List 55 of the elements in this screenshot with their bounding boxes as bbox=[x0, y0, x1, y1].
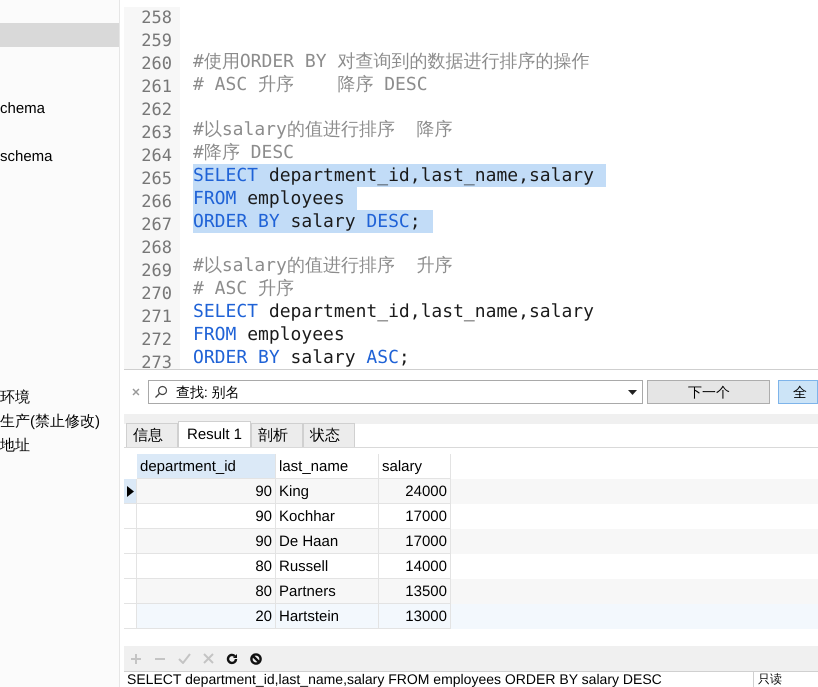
code-line: ORDER BY salary ASC; bbox=[193, 346, 410, 369]
code-line: # ASC 升序 bbox=[193, 277, 294, 300]
result-tab[interactable]: 信息 bbox=[126, 423, 178, 447]
close-icon[interactable] bbox=[132, 388, 140, 396]
code-line: SELECT department_id,last_name,salary bbox=[193, 300, 594, 323]
find-next-button[interactable]: 下一个 bbox=[647, 380, 770, 404]
line-number: 261 bbox=[141, 76, 172, 99]
code-line: #以salary的值进行排序 升序 bbox=[193, 254, 453, 277]
line-number: 264 bbox=[141, 145, 172, 168]
line-number: 259 bbox=[141, 30, 172, 53]
table-cell: 13000 bbox=[379, 604, 451, 629]
status-query: SELECT department_id,last_name,salary FROM employees ORDER BY salary DESC bbox=[124, 672, 754, 687]
tree-item[interactable]: 生产(禁止修改) bbox=[0, 410, 119, 434]
dropdown-caret-icon[interactable] bbox=[628, 390, 638, 394]
line-number: 268 bbox=[141, 237, 172, 260]
tree-item[interactable]: 环境 bbox=[0, 386, 119, 410]
tree-item[interactable] bbox=[0, 23, 119, 47]
line-number: 265 bbox=[141, 168, 172, 191]
status-mode: 只读 bbox=[757, 672, 783, 687]
line-number: 258 bbox=[141, 7, 172, 30]
tree-item[interactable]: 地址 bbox=[0, 434, 119, 458]
search-field[interactable]: 查找: 别名 bbox=[148, 380, 644, 404]
find-all-button[interactable]: 全 bbox=[778, 380, 818, 404]
line-number: 273 bbox=[141, 352, 172, 369]
code-line: #降序 DESC bbox=[193, 140, 294, 164]
column-header[interactable]: department_id bbox=[137, 454, 276, 479]
search-input[interactable]: 查找: 别名 bbox=[176, 382, 620, 402]
result-tab[interactable]: 剖析 bbox=[251, 423, 304, 447]
row-indicator[interactable] bbox=[124, 479, 137, 504]
splitter-bar[interactable] bbox=[124, 414, 818, 424]
table-cell: Hartstein bbox=[276, 604, 379, 629]
code-line: #以salary的值进行排序 降序 bbox=[193, 118, 453, 140]
column-header[interactable]: last_name bbox=[276, 454, 379, 479]
line-number: 262 bbox=[141, 99, 172, 122]
column-header[interactable]: salary bbox=[379, 454, 451, 479]
line-number: 272 bbox=[141, 329, 172, 352]
line-number: 269 bbox=[141, 260, 172, 283]
line-number: 271 bbox=[141, 306, 172, 329]
code-line: #使用ORDER BY 对查询到的数据进行排序的操作 bbox=[193, 50, 590, 73]
line-number: 270 bbox=[141, 283, 172, 306]
line-number: 267 bbox=[141, 214, 172, 237]
current-row-icon bbox=[127, 486, 134, 496]
line-number: 260 bbox=[141, 53, 172, 76]
result-tab[interactable]: 状态 bbox=[303, 423, 356, 447]
line-number: 263 bbox=[141, 122, 172, 145]
code-line: FROM employees bbox=[193, 323, 345, 346]
search-icon bbox=[154, 385, 168, 399]
line-number: 266 bbox=[141, 191, 172, 214]
result-tab[interactable]: Result 1 bbox=[178, 421, 252, 447]
tree-item[interactable]: chema bbox=[0, 97, 119, 121]
stop-icon[interactable] bbox=[250, 652, 262, 664]
refresh-icon[interactable] bbox=[226, 652, 238, 664]
code-line: # ASC 升序 降序 DESC bbox=[193, 73, 428, 96]
tree-item[interactable]: schema bbox=[0, 145, 119, 169]
table-cell: 20 bbox=[137, 604, 276, 629]
